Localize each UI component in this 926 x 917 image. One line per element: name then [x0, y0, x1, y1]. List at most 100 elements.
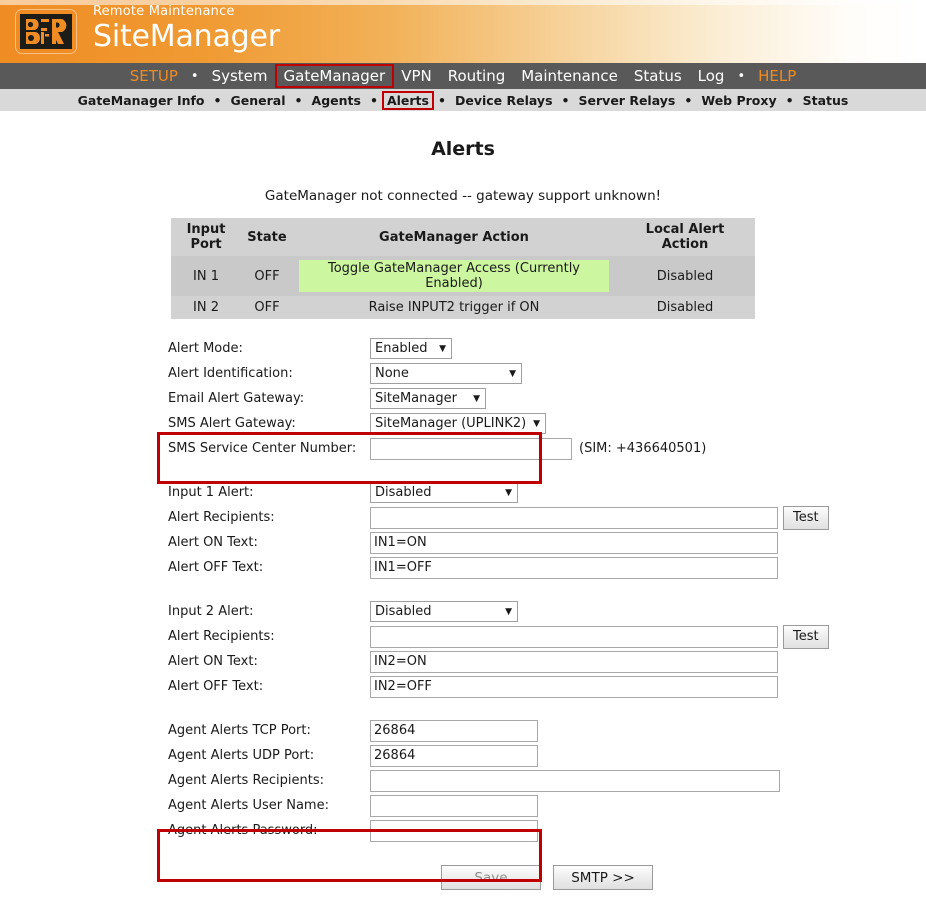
subnav-item-status[interactable]: Status [799, 92, 853, 109]
cell-state: OFF [241, 256, 293, 296]
label-agent-tcp-port: Agent Alerts TCP Port: [168, 723, 311, 738]
subnav-separator-dot: • [294, 92, 303, 108]
subnav-item-server-relays[interactable]: Server Relays [575, 92, 680, 109]
subnav-item-alerts[interactable]: Alerts [381, 90, 434, 110]
label-input2-recipients: Alert Recipients: [168, 629, 275, 644]
nav-item-setup[interactable]: SETUP [122, 65, 186, 87]
cell-input-port: IN 2 [171, 296, 241, 319]
status-table-header-row: Input Port State GateManager Action Loca… [171, 218, 755, 256]
row-input1-off-text: Alert OFF Text: [168, 555, 926, 580]
smtp-button[interactable]: SMTP >> [553, 865, 653, 890]
input2-on-text-input[interactable] [370, 650, 778, 673]
status-table-container: Input Port State GateManager Action Loca… [0, 218, 926, 319]
cell-gatemanager-action[interactable]: Raise INPUT2 trigger if ON [293, 296, 615, 319]
control-agent-password [370, 819, 538, 842]
nav-item-gatemanager[interactable]: GateManager [274, 64, 395, 88]
subnav-separator-dot: • [684, 92, 693, 108]
nav-item-maintenance[interactable]: Maintenance [513, 65, 626, 87]
alert-identification-select[interactable]: None [370, 363, 522, 384]
page-title: Alerts [431, 138, 495, 160]
nav-item-vpn[interactable]: VPN [393, 65, 440, 87]
nav-separator-dot: • [737, 68, 746, 84]
row-sms-service-center: SMS Service Center Number: (SIM: +436640… [168, 436, 926, 461]
save-button[interactable]: Save [441, 865, 541, 890]
cell-gatemanager-action[interactable]: Toggle GateManager Access (Currently Ena… [293, 256, 615, 296]
label-input1-on-text: Alert ON Text: [168, 535, 258, 550]
bur-logo-icon [20, 14, 72, 49]
input1-on-text-input[interactable] [370, 531, 778, 554]
input1-off-text-input[interactable] [370, 556, 778, 579]
subnav-separator-dot: • [437, 92, 446, 108]
control-input2-recipients: Test [370, 624, 829, 649]
agent-password-input[interactable] [370, 819, 538, 842]
control-agent-tcp-port [370, 719, 538, 742]
control-input2-on-text [370, 650, 778, 673]
input1-recipients-input[interactable] [370, 506, 778, 529]
cell-input-port: IN 1 [171, 256, 241, 296]
sms-alert-gateway-selectwrap: SiteManager (UPLINK2) [370, 413, 546, 434]
nav-item-help[interactable]: HELP [750, 65, 804, 87]
control-alert-mode: Enabled [370, 338, 452, 359]
nav-item-status[interactable]: Status [626, 65, 690, 87]
row-input1-alert: Input 1 Alert: Disabled [168, 480, 926, 505]
input2-recipients-input[interactable] [370, 625, 778, 648]
input2-test-button[interactable]: Test [783, 624, 829, 649]
sms-alert-gateway-select[interactable]: SiteManager (UPLINK2) [370, 413, 546, 434]
gatemanager-action-highlight[interactable]: Toggle GateManager Access (Currently Ena… [299, 260, 609, 292]
subnav-item-agents[interactable]: Agents [308, 92, 365, 109]
email-alert-gateway-select[interactable]: SiteManager [370, 388, 486, 409]
alert-mode-select[interactable]: Enabled [370, 338, 452, 359]
nav-item-routing[interactable]: Routing [440, 65, 514, 87]
banner-title: SiteManager [93, 19, 280, 54]
cell-state: OFF [241, 296, 293, 319]
subnav-separator-dot: • [369, 92, 378, 108]
col-state: State [241, 218, 293, 256]
control-sms-alert-gateway: SiteManager (UPLINK2) [370, 413, 546, 434]
agent-tcp-port-input[interactable] [370, 719, 538, 742]
input-status-table: Input Port State GateManager Action Loca… [171, 218, 755, 319]
row-input2-on-text: Alert ON Text: [168, 649, 926, 674]
row-agent-password: Agent Alerts Password: [168, 818, 926, 843]
control-input1-on-text [370, 531, 778, 554]
label-agent-username: Agent Alerts User Name: [168, 798, 329, 813]
col-gatemanager-action: GateManager Action [293, 218, 615, 256]
col-local-alert-action: Local Alert Action [615, 218, 755, 256]
banner-text-block: Remote Maintenance SiteManager [93, 5, 280, 52]
agent-udp-port-input[interactable] [370, 744, 538, 767]
input1-alert-select[interactable]: Disabled [370, 482, 518, 503]
sms-service-center-input[interactable] [370, 437, 572, 460]
label-agent-udp-port: Agent Alerts UDP Port: [168, 748, 315, 763]
row-agent-username: Agent Alerts User Name: [168, 793, 926, 818]
subnav-item-web-proxy[interactable]: Web Proxy [697, 92, 780, 109]
form-actions: Save SMTP >> [168, 865, 926, 890]
subnav-item-device-relays[interactable]: Device Relays [451, 92, 557, 109]
label-input2-alert: Input 2 Alert: [168, 604, 254, 619]
table-row: IN 2 OFF Raise INPUT2 trigger if ON Disable… [171, 296, 755, 319]
input1-alert-selectwrap: Disabled [370, 482, 518, 503]
input2-off-text-input[interactable] [370, 675, 778, 698]
input1-test-button[interactable]: Test [783, 505, 829, 530]
input2-alert-select[interactable]: Disabled [370, 601, 518, 622]
nav-item-log[interactable]: Log [690, 65, 733, 87]
agent-username-input[interactable] [370, 794, 538, 817]
col-input-port: Input Port [171, 218, 241, 256]
label-alert-mode: Alert Mode: [168, 341, 243, 356]
label-sms-alert-gateway: SMS Alert Gateway: [168, 416, 296, 431]
label-agent-password: Agent Alerts Password: [168, 823, 318, 838]
subnav-separator-dot: • [561, 92, 570, 108]
nav-item-system[interactable]: System [204, 65, 276, 87]
status-table-body: IN 1 OFF Toggle GateManager Access (Curren… [171, 256, 755, 319]
input2-alert-selectwrap: Disabled [370, 601, 518, 622]
agent-recipients-input[interactable] [370, 769, 780, 792]
subnav-item-gatemanager-info[interactable]: GateManager Info [74, 92, 209, 109]
row-input1-recipients: Alert Recipients: Test [168, 505, 926, 530]
row-agent-tcp-port: Agent Alerts TCP Port: [168, 718, 926, 743]
row-agent-udp-port: Agent Alerts UDP Port: [168, 743, 926, 768]
cell-local-alert-action: Disabled [615, 296, 755, 319]
alert-mode-selectwrap: Enabled [370, 338, 452, 359]
row-alert-identification: Alert Identification: None [168, 361, 926, 386]
alerts-form: Alert Mode: Enabled Alert Identification… [0, 336, 926, 890]
subnav-item-general[interactable]: General [227, 92, 290, 109]
row-email-alert-gateway: Email Alert Gateway: SiteManager [168, 386, 926, 411]
control-input2-alert: Disabled [370, 601, 518, 622]
